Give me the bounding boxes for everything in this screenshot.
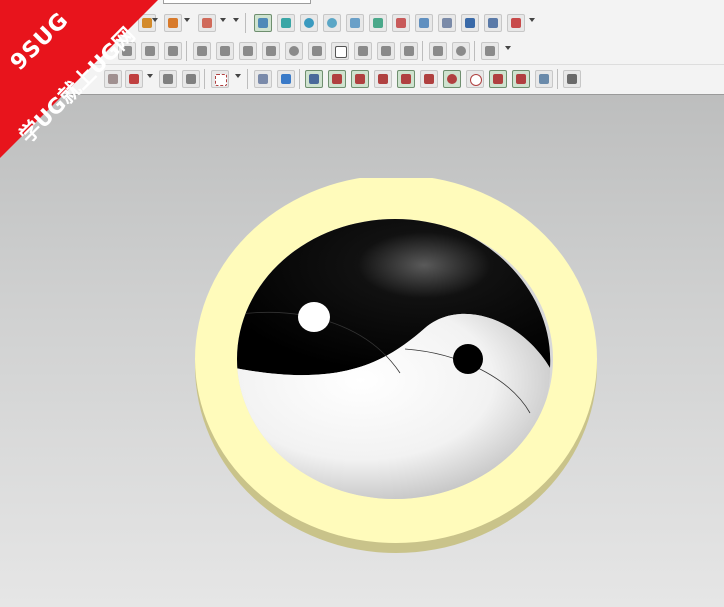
surface-grid-icon[interactable] (239, 42, 257, 60)
select-icon[interactable] (104, 70, 122, 88)
yin-eye (298, 302, 330, 332)
square-icon[interactable] (331, 42, 349, 60)
circle-icon[interactable] (466, 70, 484, 88)
surface-grid-icon[interactable] (484, 14, 502, 32)
triangle-icon[interactable] (216, 42, 234, 60)
separator (247, 69, 248, 89)
point-snap-icon[interactable] (305, 70, 323, 88)
cross-icon[interactable] (489, 70, 507, 88)
separator (186, 41, 187, 61)
settings-gear-icon[interactable] (452, 42, 470, 60)
graphics-viewport[interactable] (0, 95, 724, 607)
separator (557, 69, 558, 89)
vertical-dimension-icon[interactable] (141, 42, 159, 60)
extrude-icon[interactable] (164, 14, 182, 32)
note-icon[interactable] (377, 42, 395, 60)
xyz-icon[interactable] (308, 42, 326, 60)
scale-icon[interactable] (354, 42, 372, 60)
toolbar-row-3 (0, 64, 724, 93)
circle-center-icon[interactable] (443, 70, 461, 88)
pattern-feature-icon[interactable] (369, 14, 387, 32)
rotate-icon[interactable] (182, 70, 200, 88)
arc-icon[interactable] (420, 70, 438, 88)
slash-icon[interactable] (351, 70, 369, 88)
sphere-feature-icon[interactable] (300, 14, 318, 32)
grid-point-icon[interactable] (193, 42, 211, 60)
yang-eye (453, 344, 483, 374)
trim-body-icon[interactable] (198, 14, 216, 32)
dropdown-arrow[interactable] (505, 46, 511, 50)
snap-icon[interactable] (125, 70, 143, 88)
sketch-icon[interactable] (138, 14, 156, 32)
curve-icon[interactable] (374, 70, 392, 88)
pie-chart-icon[interactable] (285, 42, 303, 60)
measure-icon[interactable] (429, 42, 447, 60)
toolbar-row-2 (0, 37, 724, 65)
draft-feature-icon[interactable] (392, 14, 410, 32)
separator (245, 13, 246, 33)
separator (474, 41, 475, 61)
line-icon[interactable] (328, 70, 346, 88)
layout-feature-icon[interactable] (461, 14, 479, 32)
dropdown-arrow[interactable] (233, 18, 239, 22)
feature-frame-icon[interactable] (254, 14, 272, 32)
pad-feature-icon[interactable] (346, 14, 364, 32)
offset-face-icon[interactable] (415, 14, 433, 32)
grid-icon[interactable] (563, 70, 581, 88)
shaded-solid-icon[interactable] (254, 70, 272, 88)
yin-yang-model[interactable] (190, 178, 600, 568)
arrow-icon[interactable] (262, 42, 280, 60)
toolbar-row-0 (0, 0, 724, 8)
dropdown-arrow[interactable] (529, 18, 535, 22)
wave-icon[interactable] (481, 42, 499, 60)
separator (204, 69, 205, 89)
box-select-icon[interactable] (211, 70, 229, 88)
move-icon[interactable] (159, 70, 177, 88)
dropdown-arrow[interactable] (235, 74, 241, 78)
surface-feature-icon[interactable] (323, 14, 341, 32)
separator (299, 69, 300, 89)
tangent-line-icon[interactable] (512, 70, 530, 88)
polyline-icon[interactable] (397, 70, 415, 88)
rectangle-feature-icon[interactable] (507, 14, 525, 32)
separator (422, 41, 423, 61)
dropdown-arrow[interactable] (184, 18, 190, 22)
dropdown-arrow[interactable] (147, 74, 153, 78)
text-dimension-icon[interactable] (164, 42, 182, 60)
pencil-icon[interactable] (400, 42, 418, 60)
toolbar-row-1 (0, 9, 724, 37)
cylinder-feature-icon[interactable] (277, 14, 295, 32)
dropdown-arrow[interactable] (220, 18, 226, 22)
grid-feature-icon[interactable] (438, 14, 456, 32)
solid-blue-icon[interactable] (277, 70, 295, 88)
selection-combo[interactable] (163, 0, 311, 4)
wireframe-icon[interactable] (535, 70, 553, 88)
dropdown-arrow[interactable] (152, 18, 158, 22)
toolbar-area (0, 0, 724, 95)
horizontal-dimension-icon[interactable] (118, 42, 136, 60)
